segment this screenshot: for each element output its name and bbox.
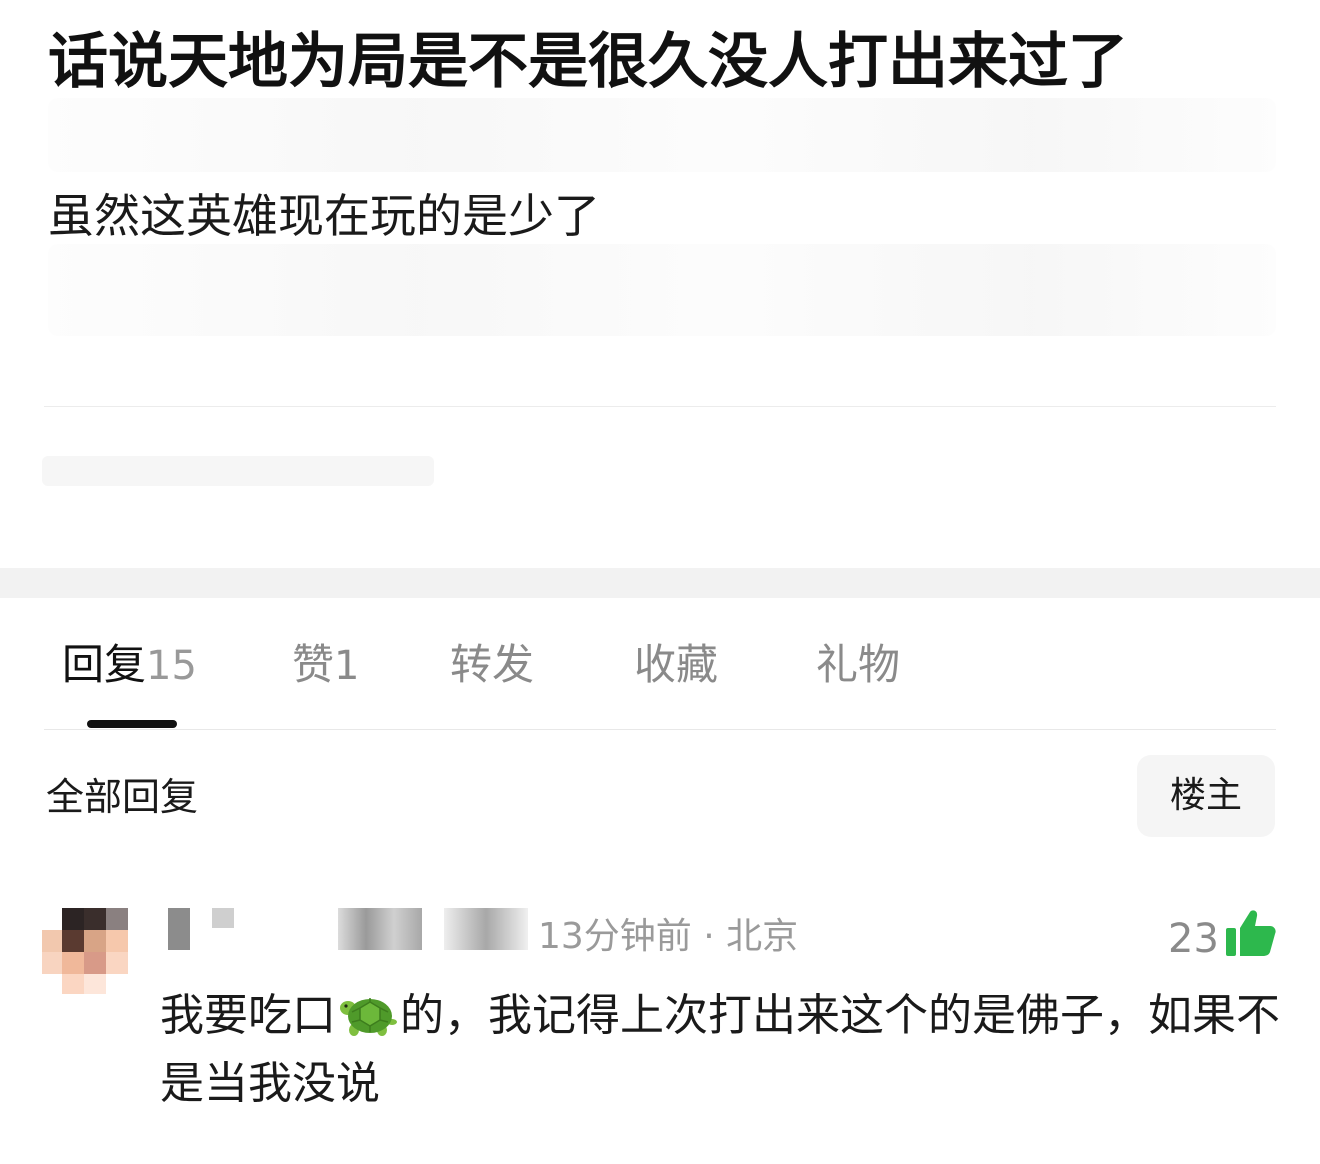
all-replies-label: 全部回复 [46, 775, 199, 819]
tab-repost[interactable]: 转发 [450, 630, 534, 700]
tab-repost-label: 转发 [450, 640, 535, 689]
avatar-pixel [62, 952, 84, 974]
blurred-username [212, 908, 234, 928]
section-separator [0, 568, 1320, 598]
divider [44, 406, 1276, 407]
thumbs-up-icon[interactable] [1224, 906, 1278, 960]
avatar-pixel [62, 930, 84, 952]
avatar-pixel [84, 974, 106, 994]
blurred-meta [42, 456, 434, 486]
turtle-emoji-icon [338, 986, 398, 1040]
blurred-content [48, 98, 1276, 172]
tab-likes[interactable]: 赞1 [292, 630, 359, 701]
blurred-content [48, 244, 1276, 336]
like-count: 23 [1168, 916, 1219, 962]
active-tab-indicator [87, 720, 177, 728]
avatar-pixel [84, 908, 106, 930]
tab-favorite[interactable]: 收藏 [634, 630, 718, 700]
comment-meta: 13分钟前 · 北京 [538, 916, 799, 957]
tab-likes-label: 赞 [292, 640, 335, 689]
avatar-pixel [62, 974, 84, 994]
comment-body: 我要吃口 的，我记得上次打出来这个的是佛子，如果不是当我没说 [160, 982, 1290, 1118]
avatar-pixel [106, 908, 128, 930]
avatar-pixel [42, 952, 64, 974]
blurred-username [338, 908, 422, 950]
tab-favorite-label: 收藏 [634, 640, 719, 689]
tab-gift[interactable]: 礼物 [816, 630, 900, 700]
comment-item: 13分钟前 · 北京 23 我要吃口 的，我记得上次打出来这个的是佛子，如果不是… [0, 890, 1320, 1164]
avatar-pixel [84, 952, 106, 974]
avatar-pixel [62, 908, 84, 930]
avatar-pixel [42, 930, 64, 952]
tab-replies-label: 回复 [62, 640, 147, 689]
op-only-button[interactable]: 楼主 [1137, 755, 1275, 837]
blurred-username [444, 908, 528, 950]
avatar-pixel [84, 930, 106, 952]
tab-gift-label: 礼物 [816, 640, 901, 689]
post-body: 虽然这英雄现在玩的是少了 [48, 189, 600, 243]
avatar-pixel [106, 930, 128, 952]
comment-text: 我要吃口 [160, 990, 336, 1041]
divider [44, 729, 1276, 730]
blurred-username [168, 908, 190, 950]
tab-bar: 回复15 赞1 转发 收藏 礼物 [0, 630, 1320, 700]
tab-likes-count: 1 [334, 643, 360, 689]
avatar[interactable] [42, 908, 128, 994]
tab-replies-count: 15 [146, 643, 197, 689]
post-title: 话说天地为局是不是很久没人打出来过了 [48, 27, 1128, 97]
tab-replies[interactable]: 回复15 [62, 630, 197, 701]
avatar-pixel [106, 952, 128, 974]
